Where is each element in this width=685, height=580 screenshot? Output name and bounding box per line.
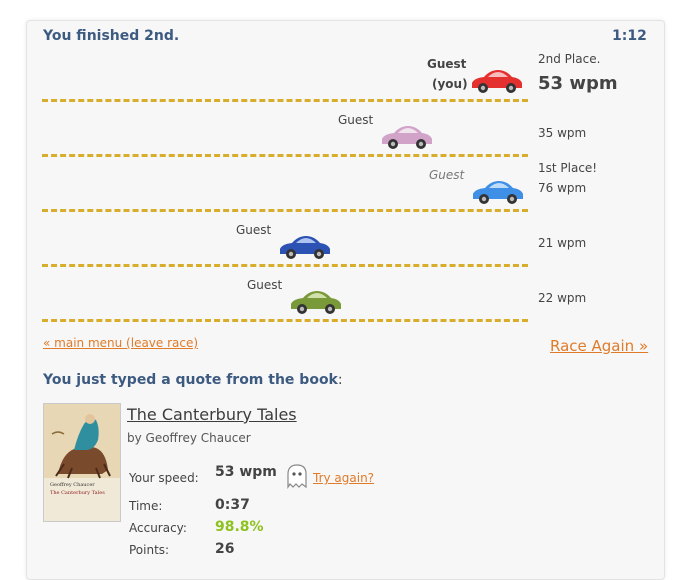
car-icon <box>472 70 522 93</box>
try-again-link[interactable]: Try again? <box>313 471 374 485</box>
car-icon <box>382 126 432 149</box>
quote-heading: You just typed a quote from the book: <box>43 372 343 388</box>
lane-divider <box>42 99 528 102</box>
speed-value: 53 wpm <box>215 464 277 480</box>
racer-name: Guest <box>236 223 272 237</box>
points-label: Points: <box>129 543 170 557</box>
car-icon <box>473 181 523 204</box>
racer-you-label: (you) <box>432 77 468 91</box>
lane-divider <box>42 319 528 322</box>
lane-divider <box>42 154 528 157</box>
time-value: 0:37 <box>215 497 250 513</box>
quote-heading-text: You just typed a quote from the book <box>43 372 338 388</box>
race-timer: 1:12 <box>612 28 647 44</box>
time-label: Time: <box>129 499 163 513</box>
lane-divider <box>42 209 528 212</box>
cover-title: The Canterbury Tales <box>50 490 105 496</box>
speed-label: Your speed: <box>129 471 199 485</box>
quote-heading-colon: : <box>337 372 343 388</box>
racer-wpm: 22 wpm <box>538 291 587 305</box>
car-icon <box>291 291 341 314</box>
racer-wpm: 76 wpm <box>538 181 587 195</box>
race-again-link[interactable]: Race Again » <box>550 337 648 355</box>
book-cover-image[interactable]: Geoffrey Chaucer The Canterbury Tales <box>43 403 121 522</box>
cover-author: Geoffrey Chaucer <box>50 482 95 488</box>
points-value: 26 <box>215 541 235 557</box>
car-icon <box>280 236 330 259</box>
book-title-link[interactable]: The Canterbury Tales <box>127 405 297 424</box>
racer-name: Guest <box>427 57 467 71</box>
racer-name: Guest <box>247 278 283 292</box>
lane-divider <box>42 264 528 267</box>
racer-name: Guest <box>429 168 465 182</box>
book-cover-art <box>44 404 120 521</box>
racer-wpm: 53 wpm <box>538 73 618 94</box>
racer-place: 2nd Place. <box>538 52 601 66</box>
main-menu-link[interactable]: « main menu (leave race) <box>43 336 198 350</box>
racer-wpm: 35 wpm <box>538 126 587 140</box>
racer-place: 1st Place! <box>538 161 598 175</box>
finish-status: You finished 2nd. <box>43 28 180 44</box>
racer-wpm: 21 wpm <box>538 236 587 250</box>
racer-name: Guest <box>338 113 374 127</box>
book-author: by Geoffrey Chaucer <box>127 431 251 445</box>
ghost-icon[interactable] <box>285 463 309 489</box>
accuracy-label: Accuracy: <box>129 521 187 535</box>
accuracy-value: 98.8% <box>215 519 264 535</box>
